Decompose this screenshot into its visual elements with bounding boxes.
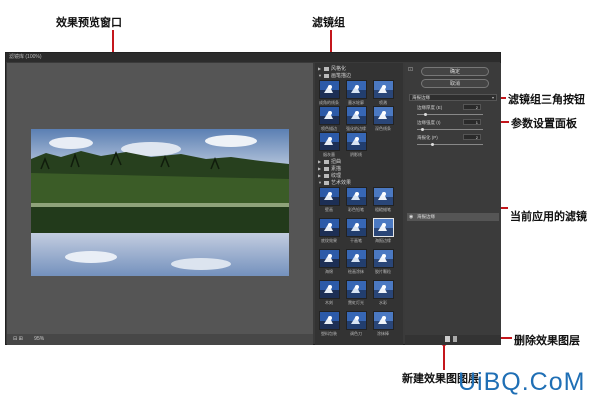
filter-thumb[interactable] (346, 80, 367, 99)
param-field-edge-thickness[interactable]: 2 (463, 104, 481, 110)
filter-thumb[interactable] (319, 80, 340, 99)
filter-thumb-label: 塑料包装 (321, 331, 337, 336)
cancel-button[interactable]: 取消 (421, 79, 489, 88)
new-layer-line (443, 343, 445, 370)
filter-thumb-label: 木刻 (325, 300, 333, 305)
filter-thumb-label: 彩色铅笔 (348, 207, 364, 212)
folder-icon (324, 159, 329, 164)
filter-thumb[interactable] (346, 132, 367, 151)
eye-icon[interactable]: ◉ (409, 213, 413, 221)
filter-thumb[interactable] (373, 280, 394, 299)
filter-thumb-label: 阴影线 (350, 152, 362, 157)
zoom-level[interactable]: 95% (34, 336, 44, 342)
dialog-title: 滤镜库 (100%) (6, 53, 500, 62)
filter-thumb[interactable] (346, 187, 367, 206)
filter-thumb-label: 底纹效果 (321, 238, 337, 243)
filter-thumb-label: 粗糙蜡笔 (375, 207, 391, 212)
filter-thumb[interactable] (346, 280, 367, 299)
filter-thumb[interactable] (319, 218, 340, 237)
filter-thumb[interactable] (319, 106, 340, 125)
layer-toolbar (405, 335, 501, 345)
folder-icon (324, 166, 329, 171)
filter-thumb-label: 海报边缘 (375, 238, 391, 243)
watermark-logo: UiBQ.CoM (458, 368, 586, 396)
new-layer-icon[interactable] (445, 336, 450, 342)
group-distort[interactable]: ▶ 扭曲 (318, 158, 341, 165)
param-label-posterization: 海报化 (P) (417, 135, 438, 140)
current-filter-annotation: 当前应用的滤镜 (510, 210, 587, 223)
preview-canvas[interactable] (7, 63, 313, 334)
filter-thumb-label: 深色线条 (375, 126, 391, 131)
filter-thumb[interactable] (346, 311, 367, 330)
zoom-status[interactable]: ⊟ ⊞ 95% (7, 334, 313, 345)
param-label-edge-intensity: 边缘强度 (I) (417, 120, 441, 125)
param-field-edge-intensity[interactable]: 1 (463, 119, 481, 125)
filter-thumb-label: 壁画 (325, 207, 333, 212)
folder-icon (324, 73, 329, 78)
preview-window-annotation: 效果预览窗口 (56, 16, 122, 29)
filter-thumb-label: 干画笔 (350, 238, 362, 243)
group-brush-strokes[interactable]: ▼ 画笔描边 (318, 72, 351, 79)
filter-thumb-label: 涂抹棒 (377, 331, 389, 336)
preview-image (31, 129, 289, 276)
group-triangle-annotation: 滤镜组三角按钮 (508, 93, 585, 106)
filter-thumb-label: 水彩 (379, 300, 387, 305)
trash-icon[interactable] (453, 336, 457, 342)
filter-thumb[interactable] (346, 218, 367, 237)
filter-thumb[interactable] (319, 280, 340, 299)
param-field-posterization[interactable]: 2 (463, 134, 481, 140)
filter-thumb-label: 霓虹灯光 (348, 300, 364, 305)
param-slider-edge-intensity[interactable] (417, 129, 483, 130)
folder-icon (324, 66, 329, 71)
slider-thumb[interactable] (424, 113, 427, 116)
filter-thumb-label: 调色刀 (350, 331, 362, 336)
group-artistic[interactable]: ▼ 艺术效果 (318, 179, 351, 186)
filter-thumb-label: 绘画涂抹 (348, 269, 364, 274)
filter-select[interactable]: 海报边缘 ▾ (409, 94, 497, 101)
slider-thumb[interactable] (421, 128, 424, 131)
filter-thumb[interactable] (373, 80, 394, 99)
slider-thumb[interactable] (431, 143, 434, 146)
collapse-icon[interactable]: ⊡ (408, 66, 413, 73)
filter-thumb-label: 海绵 (325, 269, 333, 274)
settings-panel: ⊡ 确定 取消 海报边缘 ▾ 边缘厚度 (E) 2 边缘强度 (I) 1 海报化… (405, 63, 501, 345)
ok-button[interactable]: 确定 (421, 67, 489, 76)
chevron-down-icon[interactable]: ▾ (492, 95, 494, 101)
filter-thumb[interactable] (373, 218, 394, 237)
filter-thumb[interactable] (373, 187, 394, 206)
filter-thumb[interactable] (319, 311, 340, 330)
filter-thumb[interactable] (346, 106, 367, 125)
filter-thumb[interactable] (373, 311, 394, 330)
group-sketch[interactable]: ▶ 素描 (318, 165, 341, 172)
filter-gallery-list: ▶ 风格化 ▼ 画笔描边 成角的线条 墨水轮廓 喷溅 喷色描边 强化的边缘 深色线条 烟灰墨 阴影… (315, 63, 403, 345)
param-label-edge-thickness: 边缘厚度 (E) (417, 105, 443, 110)
filter-thumb[interactable] (319, 187, 340, 206)
param-slider-posterization[interactable] (417, 144, 483, 145)
group-texture[interactable]: ▶ 纹理 (318, 172, 341, 179)
filter-thumb-label: 胶片颗粒 (375, 269, 391, 274)
folder-icon (324, 173, 329, 178)
param-bracket-arm (500, 121, 509, 123)
zoom-out-icon[interactable]: ⊟ ⊞ (13, 336, 23, 342)
filter-gallery-dialog: 滤镜库 (100%) ⊟ ⊞ 95% ▶ 风格化 ▼ 画笔描边 成角的线条 墨水… (5, 52, 501, 345)
effect-layer-current[interactable]: ◉ 海报边缘 (407, 213, 499, 221)
group-stylize[interactable]: ▶ 风格化 (318, 65, 346, 72)
filter-groups-annotation: 滤镜组 (312, 16, 345, 29)
delete-layer-annotation: 删除效果图层 (514, 334, 580, 347)
filter-thumb[interactable] (346, 249, 367, 268)
param-panel-annotation: 参数设置面板 (511, 117, 577, 130)
filter-thumb[interactable] (319, 132, 340, 151)
filter-thumb[interactable] (373, 249, 394, 268)
folder-icon (324, 180, 329, 185)
filter-thumb[interactable] (319, 249, 340, 268)
filter-thumb[interactable] (373, 106, 394, 125)
